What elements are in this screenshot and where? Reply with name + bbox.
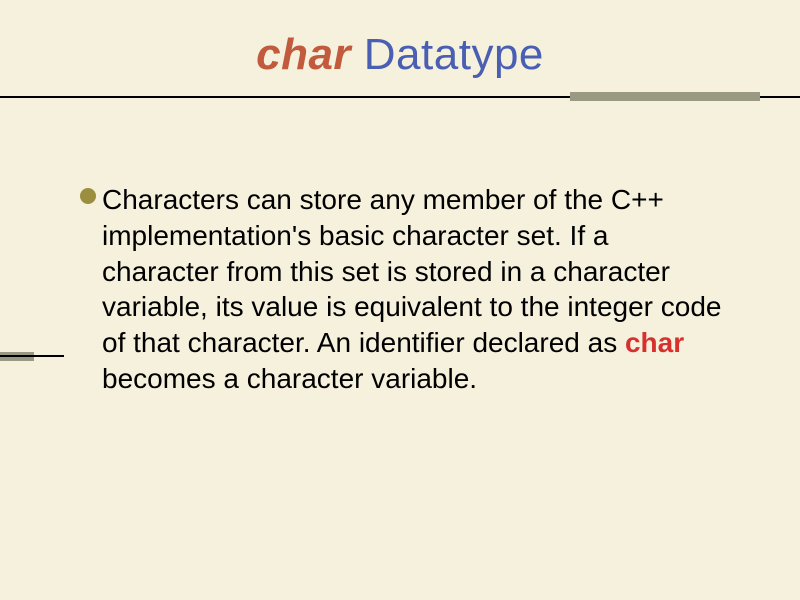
bullet-char-keyword: char bbox=[625, 327, 684, 358]
title-underline-accent bbox=[570, 92, 760, 101]
slide-title-area: char Datatype bbox=[0, 0, 800, 88]
bullet-text-part2: becomes a character variable. bbox=[102, 363, 477, 394]
left-margin-rule bbox=[0, 352, 64, 361]
title-datatype-word: Datatype bbox=[351, 30, 544, 79]
bullet-text: Characters can store any member of the C… bbox=[102, 182, 730, 397]
title-underline bbox=[0, 92, 800, 102]
title-char-word: char bbox=[256, 30, 351, 79]
bullet-item: Characters can store any member of the C… bbox=[80, 182, 730, 397]
left-margin-line bbox=[0, 355, 64, 357]
slide-body: Characters can store any member of the C… bbox=[0, 102, 800, 397]
bullet-dot-icon bbox=[80, 188, 96, 204]
